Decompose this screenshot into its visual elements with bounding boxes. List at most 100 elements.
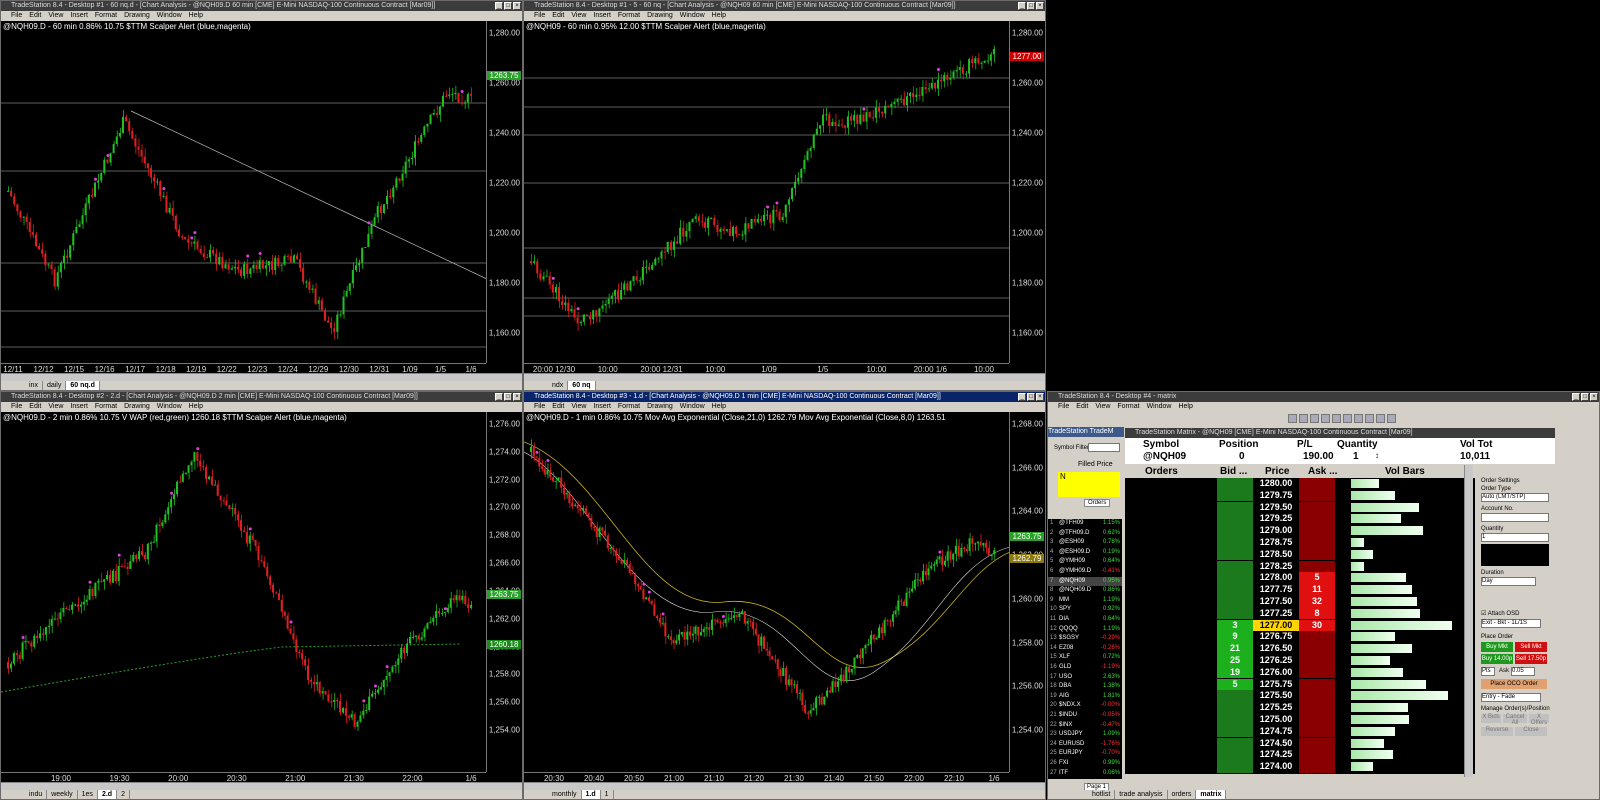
ask-cell[interactable] bbox=[1299, 525, 1335, 537]
window-title[interactable]: TradeStation 8.4 - Desktop #4 - matrix bbox=[1048, 392, 1599, 402]
price-cell[interactable]: 1279.00 bbox=[1253, 525, 1299, 537]
ask-cell[interactable] bbox=[1299, 737, 1335, 750]
cancel-all-button[interactable]: Cancel All bbox=[1503, 714, 1527, 726]
price-chart[interactable] bbox=[1, 412, 487, 774]
buy-bid-button[interactable]: Buy 14.00p bbox=[1481, 654, 1513, 664]
watchlist-row[interactable]: 23 USDJPY 1.09% bbox=[1048, 730, 1122, 739]
bid-cell[interactable]: 21 bbox=[1217, 643, 1253, 655]
window-controls[interactable]: _ □ × bbox=[495, 2, 521, 10]
ladder-row[interactable]: 5 1275.75 bbox=[1125, 678, 1475, 691]
cancel-bids-button[interactable]: X Bids bbox=[1481, 714, 1501, 723]
tab-hotlist[interactable]: hotlist bbox=[1088, 790, 1116, 799]
watchlist-row[interactable]: 13 $SGSY -0.29% bbox=[1048, 634, 1122, 643]
price-cell[interactable]: 1279.25 bbox=[1253, 513, 1299, 526]
ladder-row[interactable]: 1277.25 8 bbox=[1125, 607, 1475, 620]
sell-market-button[interactable]: Sell Mkt bbox=[1515, 642, 1547, 652]
price-cell[interactable]: 1279.50 bbox=[1253, 501, 1299, 514]
window-controls[interactable]: _ □ × bbox=[1572, 393, 1598, 401]
window-title[interactable]: TradeStation 8.4 - Desktop #2 - 2.d - [C… bbox=[1, 392, 522, 402]
order-settings-panel[interactable]: Order Settings Order Type Auto (LMT/STP)… bbox=[1475, 478, 1550, 770]
price-cell[interactable]: 1276.50 bbox=[1253, 643, 1299, 655]
orders-cell[interactable] bbox=[1125, 619, 1217, 632]
bid-cell[interactable] bbox=[1217, 513, 1253, 526]
price-cell[interactable]: 1274.50 bbox=[1253, 737, 1299, 750]
orders-cell[interactable] bbox=[1125, 666, 1217, 679]
ask-cell[interactable]: 11 bbox=[1299, 584, 1335, 596]
ladder-row[interactable]: 25 1276.25 bbox=[1125, 655, 1475, 667]
menu-bar[interactable]: File Edit View Insert Format Drawing Window Hel… bbox=[1, 11, 522, 21]
price-cell[interactable]: 1277.00 bbox=[1253, 619, 1299, 632]
symbol-filter-input[interactable] bbox=[1088, 443, 1120, 452]
watchlist-row[interactable]: 4 @ESH09.D 0.19% bbox=[1048, 548, 1122, 557]
ladder-row[interactable]: 1278.50 bbox=[1125, 548, 1475, 561]
ladder-row[interactable]: 1274.50 bbox=[1125, 737, 1475, 750]
menu-bar[interactable]: File Edit View Insert Format Drawing Window Hel… bbox=[1, 402, 522, 412]
bid-cell[interactable]: 25 bbox=[1217, 655, 1253, 667]
tab-inx[interactable]: inx bbox=[25, 381, 43, 390]
orders-cell[interactable] bbox=[1125, 749, 1217, 762]
buy-market-button[interactable]: Buy Mkt bbox=[1481, 642, 1513, 652]
watchlist-row[interactable]: 19 AIG 1.81% bbox=[1048, 692, 1122, 701]
window-title[interactable]: TradeStation 8.4 - Desktop #1 - 60 nq.d … bbox=[1, 1, 522, 11]
menu-bar[interactable]: File Edit View Format Window Help bbox=[1048, 402, 1599, 412]
ladder-row[interactable]: 1274.25 bbox=[1125, 749, 1475, 762]
orders-cell[interactable] bbox=[1125, 489, 1217, 502]
price-cell[interactable]: 1278.00 bbox=[1253, 572, 1299, 585]
ladder-row[interactable]: 1274.00 bbox=[1125, 761, 1475, 773]
orders-cell[interactable] bbox=[1125, 702, 1217, 714]
ladder-row[interactable]: 1280.00 bbox=[1125, 478, 1475, 490]
bid-cell[interactable]: 5 bbox=[1217, 678, 1253, 691]
quantity-spinner-icon[interactable]: ↕ bbox=[1375, 451, 1379, 460]
ladder-scrollbar[interactable] bbox=[1464, 465, 1473, 777]
price-cell[interactable]: 1278.25 bbox=[1253, 560, 1299, 573]
workspace-tabs[interactable]: inx daily 60 nq.d bbox=[1, 381, 522, 390]
watchlist[interactable]: 1 @TFH09 1.15% 2 @TFH09.D 0.62% 3 @ESH09 0.78% 4 @… bbox=[1048, 519, 1122, 779]
value-quantity[interactable]: 1 bbox=[1353, 451, 1359, 462]
bid-cell[interactable] bbox=[1217, 737, 1253, 750]
ask-cell[interactable] bbox=[1299, 725, 1335, 738]
menu-bar[interactable]: File Edit View Insert Format Drawing Window Hel… bbox=[524, 11, 1045, 21]
price-cell[interactable]: 1275.75 bbox=[1253, 678, 1299, 691]
attach-osd-checkbox[interactable]: ☑ Attach OSD bbox=[1481, 610, 1519, 617]
ladder-row[interactable]: 9 1276.75 bbox=[1125, 631, 1475, 644]
ladder-row[interactable]: 19 1276.00 bbox=[1125, 666, 1475, 679]
price-cell[interactable]: 1275.25 bbox=[1253, 702, 1299, 714]
tab-1es[interactable]: 1es bbox=[78, 790, 98, 799]
tab-trade-analysis[interactable]: trade analysis bbox=[1115, 790, 1168, 799]
duration-select[interactable]: Day bbox=[1481, 577, 1536, 586]
bid-cell[interactable] bbox=[1217, 560, 1253, 573]
ladder-row[interactable]: 3 1277.00 30 bbox=[1125, 619, 1475, 632]
orders-cell[interactable] bbox=[1125, 513, 1217, 526]
tab-orders[interactable]: Orders bbox=[1084, 499, 1111, 507]
watchlist-row[interactable]: 26 FXI 0.99% bbox=[1048, 759, 1122, 768]
workspace-tabs[interactable]: ndx 60 nq bbox=[524, 381, 1045, 390]
bid-cell[interactable]: 3 bbox=[1217, 619, 1253, 632]
tab-daily[interactable]: daily bbox=[43, 381, 67, 390]
orders-cell[interactable] bbox=[1125, 725, 1217, 738]
ladder-row[interactable]: 21 1276.50 bbox=[1125, 643, 1475, 655]
watchlist-row[interactable]: 27 ITF 0.06% bbox=[1048, 769, 1122, 778]
window-controls[interactable]: _ □ × bbox=[1018, 393, 1044, 401]
price-cell[interactable]: 1276.00 bbox=[1253, 666, 1299, 679]
ask-cell[interactable] bbox=[1299, 761, 1335, 773]
window-title[interactable]: TradeStation 8.4 - Desktop #3 - 1.d - [C… bbox=[524, 392, 1045, 402]
ask-cell[interactable]: 5 bbox=[1299, 572, 1335, 585]
watchlist-row[interactable]: 17 USO 2.63% bbox=[1048, 673, 1122, 682]
ask-cell[interactable] bbox=[1299, 513, 1335, 526]
ladder-row[interactable]: 1275.00 bbox=[1125, 714, 1475, 726]
ask-cell[interactable] bbox=[1299, 501, 1335, 514]
bid-cell[interactable] bbox=[1217, 725, 1253, 738]
orders-cell[interactable] bbox=[1125, 596, 1217, 608]
ladder-row[interactable]: 1274.75 bbox=[1125, 725, 1475, 738]
ask-cell[interactable] bbox=[1299, 702, 1335, 714]
orders-cell[interactable] bbox=[1125, 761, 1217, 773]
tab-weekly[interactable]: weekly bbox=[47, 790, 78, 799]
watchlist-row[interactable]: 21 $INDU -0.05% bbox=[1048, 711, 1122, 720]
order-type-select[interactable]: Auto (LMT/STP) bbox=[1481, 493, 1549, 502]
price-cell[interactable]: 1275.50 bbox=[1253, 690, 1299, 703]
price-chart[interactable] bbox=[1, 21, 487, 366]
watchlist-row[interactable]: 6 @YMH09.D -0.41% bbox=[1048, 567, 1122, 576]
price-cell[interactable]: 1277.25 bbox=[1253, 607, 1299, 620]
trademanager-panel[interactable]: TradeStation TradeM Symbol Filter Filled… bbox=[1048, 427, 1124, 797]
ladder-row[interactable]: 1278.75 bbox=[1125, 537, 1475, 549]
